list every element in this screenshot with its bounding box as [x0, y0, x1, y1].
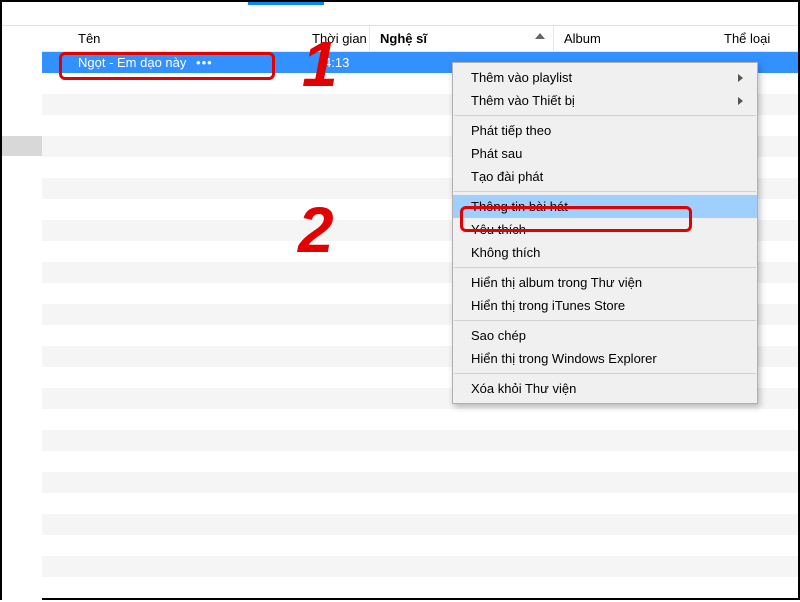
track-name-cell: Ngọt - Em dạo này •••	[42, 52, 302, 73]
track-row[interactable]	[42, 472, 798, 493]
menu-label: Hiển thị trong Windows Explorer	[471, 351, 657, 366]
track-row[interactable]	[42, 493, 798, 514]
track-row[interactable]	[42, 409, 798, 430]
menu-separator	[454, 373, 756, 374]
menu-separator	[454, 320, 756, 321]
menu-label: Phát sau	[471, 146, 522, 161]
menu-label: Hiển thị album trong Thư viện	[471, 275, 642, 290]
menu-label: Yêu thích	[471, 222, 526, 237]
track-row[interactable]	[42, 556, 798, 577]
track-name: Ngọt - Em dạo này	[78, 55, 186, 70]
menu-label: Tạo đài phát	[471, 169, 543, 184]
menu-label: Thêm vào Thiết bị	[471, 93, 575, 108]
menu-copy[interactable]: Sao chép	[453, 324, 757, 347]
menu-create-station[interactable]: Tạo đài phát	[453, 165, 757, 188]
column-header-album[interactable]: Album	[554, 26, 714, 52]
menu-label: Hiển thị trong iTunes Store	[471, 298, 625, 313]
menu-play-later[interactable]: Phát sau	[453, 142, 757, 165]
top-toolbar	[2, 2, 798, 26]
menu-show-album[interactable]: Hiển thị album trong Thư viện	[453, 271, 757, 294]
menu-show-store[interactable]: Hiển thị trong iTunes Store	[453, 294, 757, 317]
menu-label: Phát tiếp theo	[471, 123, 551, 138]
column-header-artist[interactable]: Nghệ sĩ	[370, 26, 554, 52]
menu-song-info[interactable]: Thông tin bài hát	[453, 195, 757, 218]
chevron-right-icon	[738, 74, 743, 82]
menu-label: Không thích	[471, 245, 540, 260]
context-menu: Thêm vào playlist Thêm vào Thiết bị Phát…	[452, 62, 758, 404]
menu-delete[interactable]: Xóa khỏi Thư viện	[453, 377, 757, 400]
menu-add-to-playlist[interactable]: Thêm vào playlist	[453, 66, 757, 89]
track-row[interactable]	[42, 430, 798, 451]
menu-dislike[interactable]: Không thích	[453, 241, 757, 264]
menu-label: Thông tin bài hát	[471, 199, 568, 214]
column-header-time[interactable]: Thời gian	[302, 26, 370, 52]
chevron-right-icon	[738, 97, 743, 105]
menu-separator	[454, 267, 756, 268]
track-time-cell: 4:13	[302, 52, 370, 73]
sort-ascending-icon	[535, 33, 545, 39]
menu-label: Thêm vào playlist	[471, 70, 572, 85]
column-header-genre[interactable]: Thể loại	[714, 26, 794, 52]
left-gutter	[2, 26, 42, 602]
menu-label: Sao chép	[471, 328, 526, 343]
menu-love[interactable]: Yêu thích	[453, 218, 757, 241]
menu-add-to-device[interactable]: Thêm vào Thiết bị	[453, 89, 757, 112]
track-row[interactable]	[42, 451, 798, 472]
column-header-row: Tên Thời gian Nghệ sĩ Album Thể loại	[42, 26, 798, 52]
menu-separator	[454, 115, 756, 116]
menu-show-explorer[interactable]: Hiển thị trong Windows Explorer	[453, 347, 757, 370]
column-header-artist-label: Nghệ sĩ	[380, 31, 427, 46]
column-header-name[interactable]: Tên	[42, 26, 302, 52]
track-row[interactable]	[42, 535, 798, 556]
more-icon[interactable]: •••	[196, 55, 213, 70]
menu-label: Xóa khỏi Thư viện	[471, 381, 576, 396]
track-row[interactable]	[42, 514, 798, 535]
sidebar-selection-marker	[2, 136, 42, 156]
active-tab-indicator	[248, 2, 324, 5]
menu-play-next[interactable]: Phát tiếp theo	[453, 119, 757, 142]
menu-separator	[454, 191, 756, 192]
